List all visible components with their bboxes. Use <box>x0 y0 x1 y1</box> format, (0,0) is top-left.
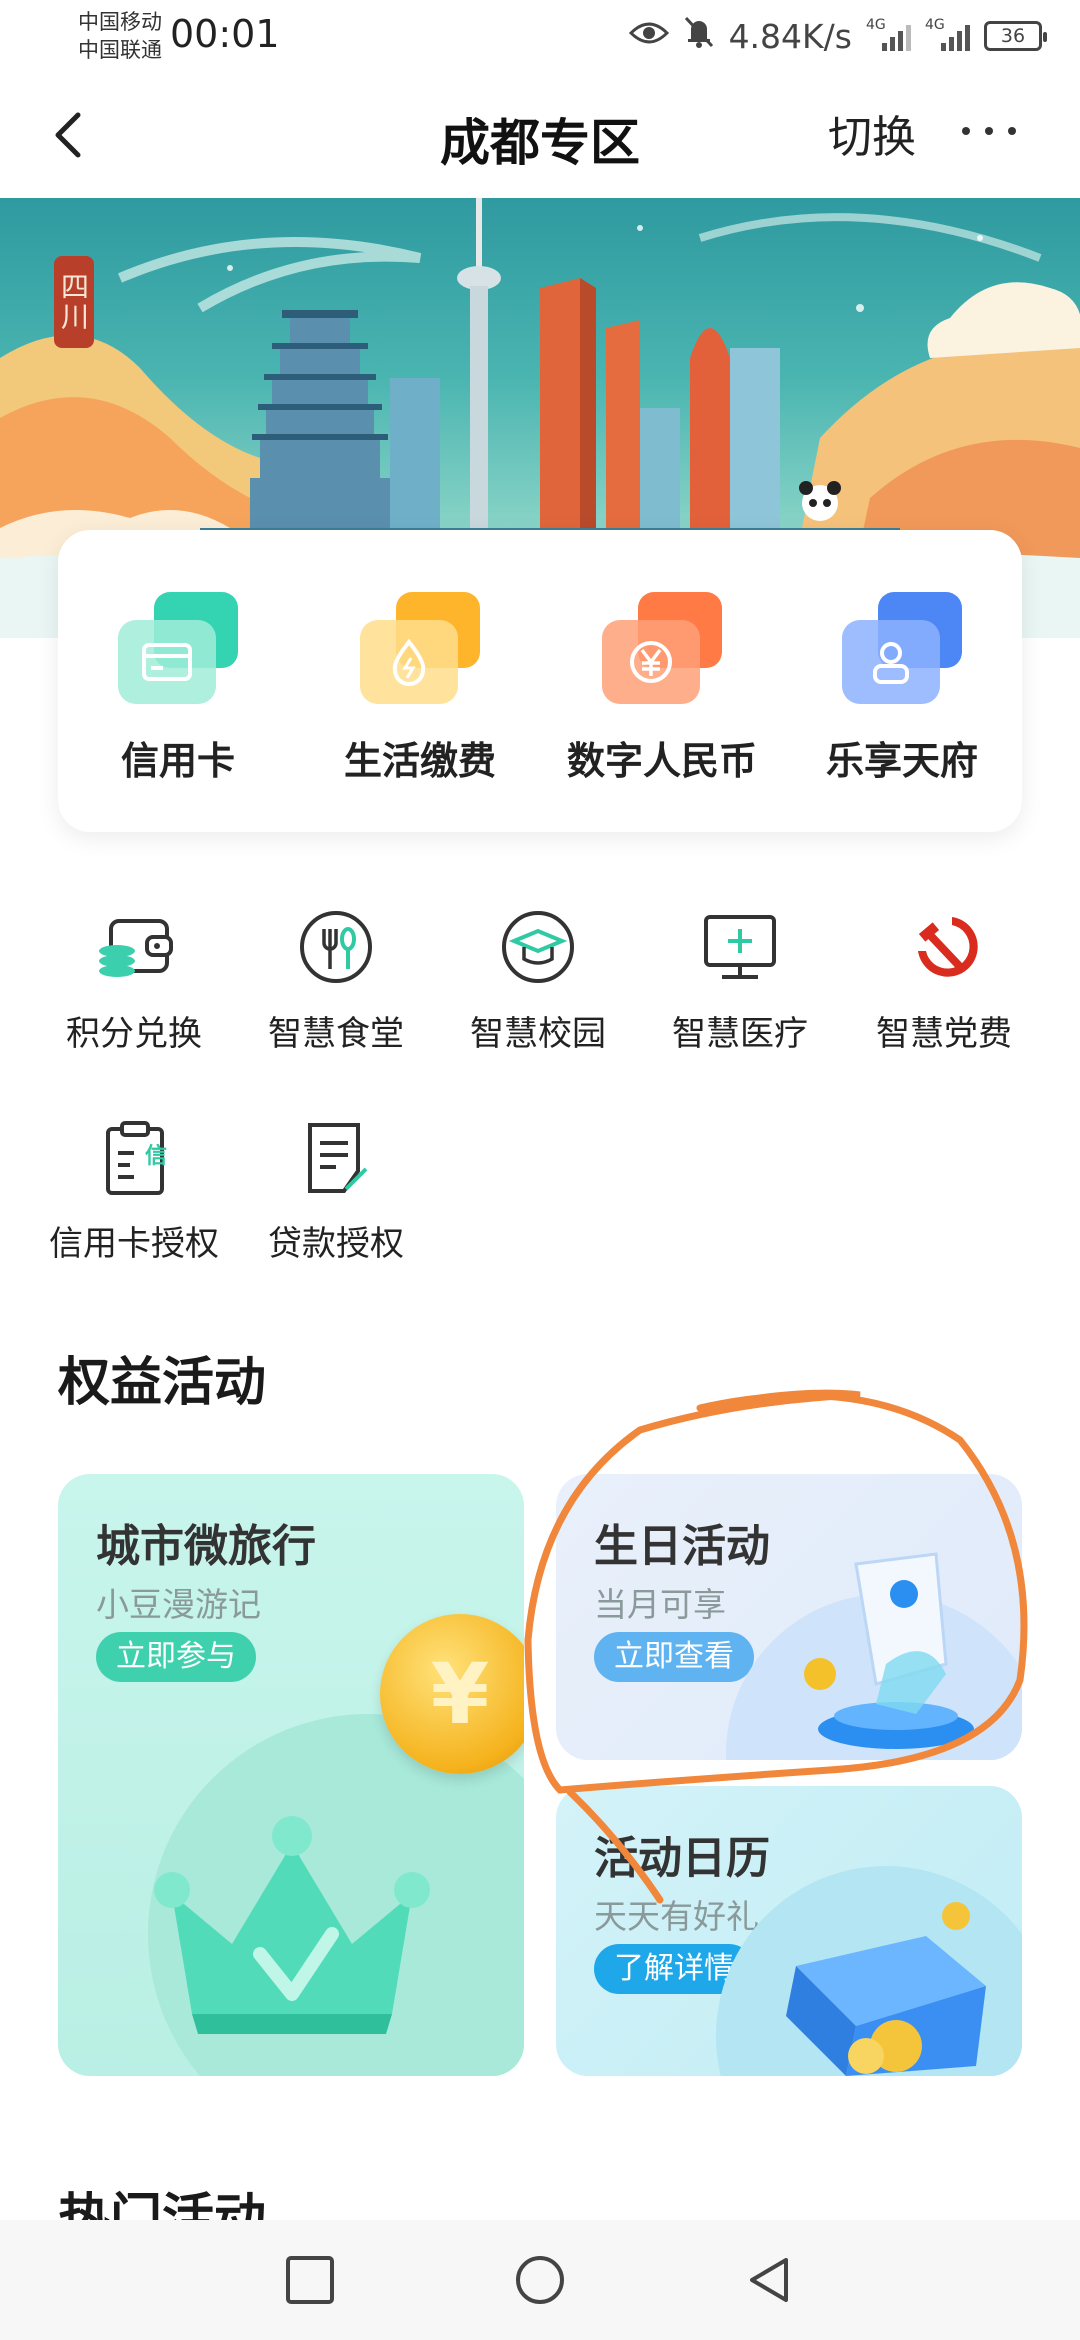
service-party-fee[interactable]: 智慧党费 <box>844 902 1044 1055</box>
service-loan-authorization[interactable]: 贷款授权 <box>236 1112 436 1265</box>
benefits-section-title: 权益活动 <box>58 1353 267 1413</box>
network-speed: 4.84K/s <box>728 16 852 56</box>
status-bar: 中国移动 中国联通 00:01 4.84K/s 4G 4G 36 <box>0 0 1080 75</box>
sichuan-seal: 四川 <box>54 256 94 348</box>
monitor-plus-icon <box>695 902 785 992</box>
quick-label: 乐享天府 <box>825 739 978 783</box>
status-time: 00:01 <box>170 12 280 56</box>
quick-tianfu[interactable]: 乐享天府 <box>782 592 1022 785</box>
card-title: 城市微旅行 <box>96 1521 316 1572</box>
quick-label: 信用卡 <box>120 739 235 783</box>
switch-city-button[interactable]: 切换 <box>828 101 916 165</box>
card-birthday-activity[interactable]: 生日活动 当月可享 立即查看 <box>556 1474 1022 1760</box>
person-icon <box>842 620 940 704</box>
card-city-micro-trip[interactable]: 城市微旅行 小豆漫游记 立即参与 ¥ <box>58 1474 524 2076</box>
quick-label: 生活缴费 <box>343 739 496 783</box>
signal-1-icon: 4G <box>866 17 911 51</box>
gift-box-pedestal-icon <box>804 1552 974 1749</box>
hammer-sickle-icon <box>899 902 989 992</box>
graduation-cap-icon <box>493 902 583 992</box>
quick-digital-rmb[interactable]: 数字人民币 <box>542 592 782 785</box>
system-nav-bar <box>0 2220 1080 2340</box>
fork-spoon-icon <box>291 902 381 992</box>
network-type-1: 4G <box>866 17 886 33</box>
credit-card-icon <box>118 620 216 704</box>
credit-badge: 信 <box>145 1144 168 1169</box>
quick-actions-card: 信用卡 生活缴费 数字人民币 乐享天府 <box>58 530 1022 832</box>
card-activity-calendar[interactable]: 活动日历 天天有好礼 了解详情 <box>556 1786 1022 2076</box>
view-now-button[interactable]: 立即查看 <box>594 1632 754 1682</box>
wallet-coins-icon <box>89 902 179 992</box>
card-subtitle: 天天有好礼 <box>594 1897 759 1936</box>
eye-icon <box>628 17 669 56</box>
service-label: 智慧校园 <box>470 1014 606 1054</box>
service-smart-canteen[interactable]: 智慧食堂 <box>236 902 436 1055</box>
treasure-box-icon <box>786 1902 986 2076</box>
service-label: 信用卡授权 <box>49 1224 219 1264</box>
carrier-names: 中国移动 中国联通 <box>78 8 162 64</box>
crown-icon <box>154 1816 430 2034</box>
service-label: 贷款授权 <box>268 1224 404 1264</box>
more-menu-button[interactable] <box>962 127 1016 135</box>
service-points-exchange[interactable]: 积分兑换 <box>34 902 234 1055</box>
app-header: 成都专区 切换 <box>0 75 1080 198</box>
service-smart-campus[interactable]: 智慧校园 <box>438 902 638 1055</box>
triangle-back-icon <box>750 2258 788 2302</box>
card-title: 生日活动 <box>594 1521 770 1572</box>
recent-apps-button[interactable] <box>284 2254 336 2306</box>
circle-icon <box>516 2256 564 2304</box>
carrier-2: 中国联通 <box>78 38 162 62</box>
signal-2-icon: 4G <box>925 17 970 51</box>
join-now-button[interactable]: 立即参与 <box>96 1632 256 1682</box>
mute-bell-icon <box>683 15 715 57</box>
service-credit-authorization[interactable]: 信 信用卡授权 <box>34 1112 234 1265</box>
quick-utility-bill[interactable]: 生活缴费 <box>300 592 540 785</box>
service-label: 智慧党费 <box>876 1014 1012 1054</box>
water-drop-icon <box>360 620 458 704</box>
clipboard-credit-icon: 信 <box>89 1112 179 1202</box>
card-subtitle: 小豆漫游记 <box>96 1585 261 1624</box>
card-subtitle: 当月可享 <box>594 1585 726 1624</box>
square-icon <box>286 2256 334 2304</box>
network-type-2: 4G <box>925 17 945 33</box>
quick-label: 数字人民币 <box>566 739 757 783</box>
page-title: 成都专区 <box>440 114 640 172</box>
service-label: 智慧医疗 <box>672 1014 808 1054</box>
back-nav-button[interactable] <box>744 2254 796 2306</box>
carrier-1: 中国移动 <box>78 10 162 34</box>
document-edit-icon <box>291 1112 381 1202</box>
card-title: 活动日历 <box>594 1833 770 1884</box>
service-label: 智慧食堂 <box>268 1014 404 1054</box>
battery-indicator: 36 <box>984 21 1047 51</box>
home-button[interactable] <box>514 2254 566 2306</box>
yuan-coin-icon <box>602 620 700 704</box>
service-smart-medical[interactable]: 智慧医疗 <box>640 902 840 1055</box>
quick-credit-card[interactable]: 信用卡 <box>58 592 298 785</box>
service-label: 积分兑换 <box>66 1014 202 1054</box>
